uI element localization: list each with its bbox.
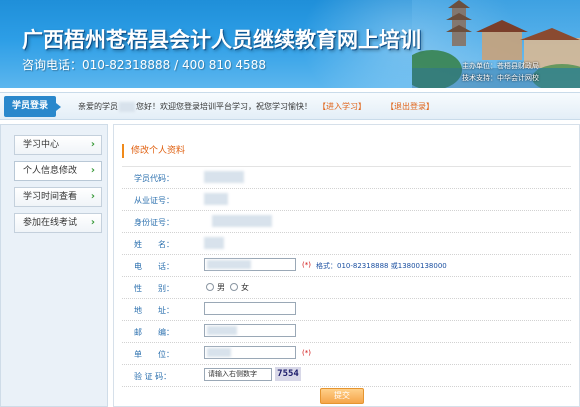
gender-female-radio[interactable] xyxy=(230,283,238,291)
welcome-message: 亲爱的学员 您好！欢迎您登录培训平台学习，祝您学习愉快！ xyxy=(78,101,312,112)
gender-label: 性 别： xyxy=(134,284,174,293)
submit-button[interactable]: 提交 xyxy=(320,388,364,404)
welcome-prefix: 亲爱的学员 xyxy=(78,102,118,111)
student-login-tag: 学员登录 xyxy=(4,96,61,117)
unit-input[interactable] xyxy=(204,346,296,359)
required-mark: (*) xyxy=(302,261,311,269)
sidebar-item-profile-edit[interactable]: 个人信息修改 › xyxy=(14,161,102,181)
address-label: 地 址： xyxy=(134,306,174,315)
sidebar: 学习中心 › 个人信息修改 › 学习时间查看 › 参加在线考试 › xyxy=(0,124,108,407)
row-student-code: 学员代码： xyxy=(122,167,571,189)
phone-input[interactable] xyxy=(204,258,296,271)
redacted-value xyxy=(207,326,237,335)
row-captcha: 验 证 码： 请输入右侧数字 7554 xyxy=(122,365,571,387)
redacted-value xyxy=(207,348,231,357)
row-address: 地 址： xyxy=(122,299,571,321)
row-gender: 性 别： 男 女 xyxy=(122,277,571,299)
postcode-input[interactable] xyxy=(204,324,296,337)
student-code-label: 学员代码： xyxy=(134,174,174,183)
sidebar-item-label: 学习时间查看 xyxy=(23,192,78,202)
phone-label: 电 话： xyxy=(134,262,174,271)
id-no-value xyxy=(212,215,272,227)
row-cert-no: 从业证号： xyxy=(122,189,571,211)
gender-female-label: 女 xyxy=(241,283,249,292)
user-info-bar: 学员登录 亲爱的学员 您好！欢迎您登录培训平台学习，祝您学习愉快！ 【进入学习】 … xyxy=(0,92,580,120)
unit-label: 单 位： xyxy=(134,350,174,359)
name-value xyxy=(204,237,224,249)
redacted-value xyxy=(204,237,224,249)
sidebar-item-study-center[interactable]: 学习中心 › xyxy=(14,135,102,155)
id-no-label: 身份证号： xyxy=(134,218,174,227)
sidebar-item-label: 个人信息修改 xyxy=(23,166,78,176)
required-mark: (*) xyxy=(302,349,311,357)
sidebar-item-label: 学习中心 xyxy=(23,140,60,150)
organizer-tech: 技术支持：中华会计网校 xyxy=(462,74,539,82)
row-id-no: 身份证号： xyxy=(122,211,571,233)
captcha-input[interactable]: 请输入右侧数字 xyxy=(204,368,272,381)
sidebar-item-online-exam[interactable]: 参加在线考试 › xyxy=(14,213,102,233)
phone-format-hint: 格式：010-82318888 或13800138000 xyxy=(316,262,447,270)
gender-male-label: 男 xyxy=(217,283,225,292)
logout-link[interactable]: 【退出登录】 xyxy=(386,101,434,112)
redacted-username xyxy=(119,101,135,112)
organizer-host: 主办单位：苍梧县财政局 xyxy=(462,62,539,70)
sidebar-item-label: 参加在线考试 xyxy=(23,218,78,228)
name-label: 姓 名： xyxy=(134,240,174,249)
chevron-right-icon: › xyxy=(90,217,95,228)
postcode-label: 邮 编： xyxy=(134,328,174,337)
redacted-value xyxy=(207,260,251,269)
captcha-image[interactable]: 7554 xyxy=(275,367,301,381)
redacted-value xyxy=(212,215,272,227)
sidebar-item-study-time[interactable]: 学习时间查看 › xyxy=(14,187,102,207)
welcome-suffix: 您好！欢迎您登录培训平台学习，祝您学习愉快！ xyxy=(136,102,312,111)
section-title: 修改个人资料 xyxy=(122,144,185,158)
chevron-right-icon: › xyxy=(90,165,95,176)
chevron-right-icon: › xyxy=(90,191,95,202)
chevron-right-icon: › xyxy=(90,139,95,150)
redacted-value xyxy=(204,193,228,205)
site-title: 广西梧州苍梧县会计人员继续教育网上培训 xyxy=(22,28,421,52)
student-code-value xyxy=(204,171,244,183)
address-input[interactable] xyxy=(204,302,296,315)
header-banner: 广西梧州苍梧县会计人员继续教育网上培训 咨询电话：010-82318888 / … xyxy=(0,0,580,88)
row-postcode: 邮 编： xyxy=(122,321,571,343)
gender-male-radio[interactable] xyxy=(206,283,214,291)
row-phone: 电 话： (*) 格式：010-82318888 或13800138000 xyxy=(122,255,571,277)
cert-no-value xyxy=(204,193,228,205)
organizer-info: 主办单位：苍梧县财政局 技术支持：中华会计网校 xyxy=(462,60,539,84)
row-unit: 单 位： (*) xyxy=(122,343,571,365)
captcha-label: 验 证 码： xyxy=(134,372,172,381)
redacted-value xyxy=(204,171,244,183)
profile-edit-panel: 修改个人资料 学员代码： 从业证号： 身份证号： 姓 名： 电 话： (*) 格… xyxy=(113,124,580,407)
row-name: 姓 名： xyxy=(122,233,571,255)
enter-study-link[interactable]: 【进入学习】 xyxy=(318,101,366,112)
hotline-text: 咨询电话：010-82318888 / 400 810 4588 xyxy=(22,58,266,72)
cert-no-label: 从业证号： xyxy=(134,196,174,205)
